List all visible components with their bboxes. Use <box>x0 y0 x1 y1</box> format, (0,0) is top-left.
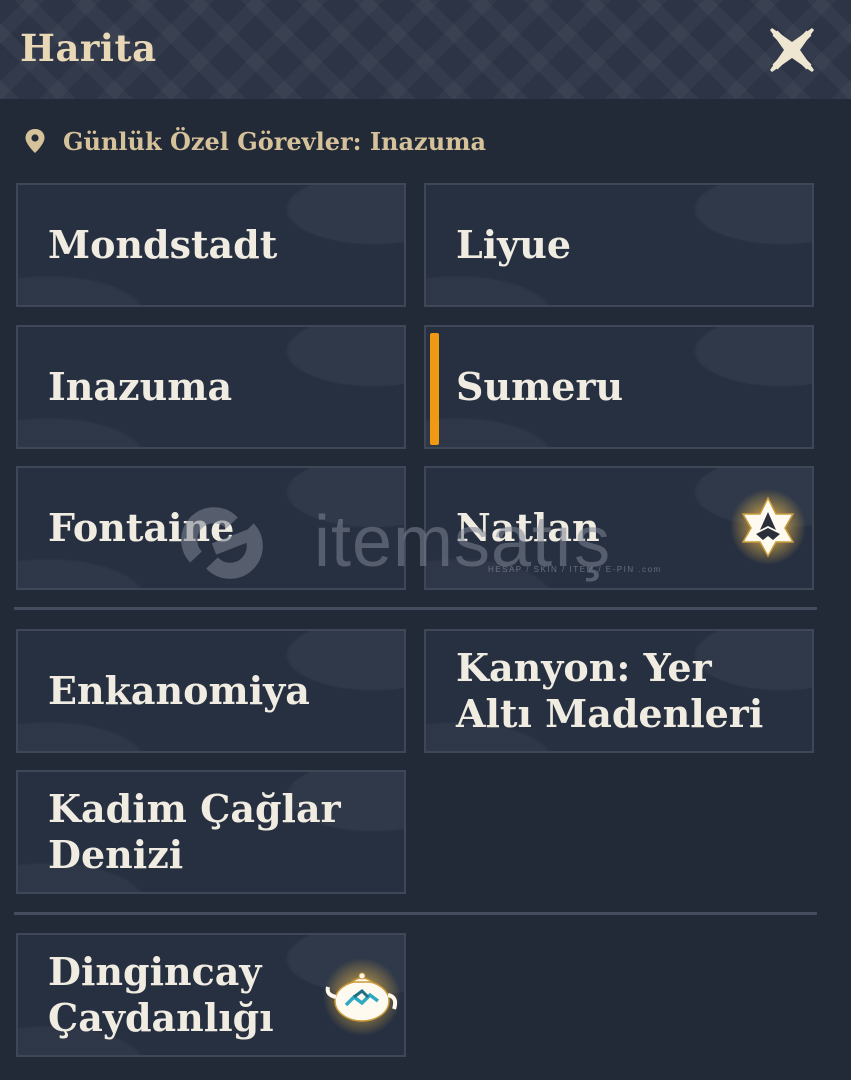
region-label: Natlan <box>456 505 600 550</box>
region-label: Fontaine <box>48 505 235 550</box>
selected-indicator <box>430 333 439 445</box>
region-tile-inazuma[interactable]: Inazuma <box>16 325 406 449</box>
region-label: Mondstadt <box>48 222 278 267</box>
region-tile-chasm-underground[interactable]: Kanyon: Yer Altı Madenleri <box>424 629 814 753</box>
region-label: Enkanomiya <box>48 668 310 713</box>
region-label: Liyue <box>456 222 572 267</box>
daily-commissions-label: Günlük Özel Görevler: Inazuma <box>63 126 487 156</box>
region-tile-serenitea-pot[interactable]: Dingincay Çaydanlığı <box>16 933 406 1057</box>
region-label: Inazuma <box>48 364 233 409</box>
page-title: Harita <box>20 26 157 70</box>
region-tile-mondstadt[interactable]: Mondstadt <box>16 183 406 307</box>
region-tile-ancient-sea[interactable]: Kadim Çağlar Denizi <box>16 770 406 894</box>
map-panel: Harita Günlük Özel Görevler: Inazuma Mon… <box>0 0 851 1080</box>
daily-commissions-row: Günlük Özel Görevler: Inazuma <box>24 124 486 158</box>
close-icon[interactable] <box>766 24 818 76</box>
teapot-icon <box>323 958 401 1036</box>
section-divider <box>14 912 817 915</box>
region-label: Sumeru <box>456 364 624 409</box>
region-tile-fontaine[interactable]: Fontaine <box>16 466 406 590</box>
region-tile-liyue[interactable]: Liyue <box>424 183 814 307</box>
region-tile-enkanomiya[interactable]: Enkanomiya <box>16 629 406 753</box>
location-pin-icon <box>25 129 45 153</box>
region-tile-sumeru[interactable]: Sumeru <box>424 325 814 449</box>
region-label: Kadim Çağlar Denizi <box>48 786 341 877</box>
section-divider <box>14 607 817 610</box>
region-label: Kanyon: Yer Altı Madenleri <box>456 645 764 736</box>
header-bar: Harita <box>0 0 851 99</box>
natlan-emblem-icon <box>730 489 806 565</box>
region-tile-natlan[interactable]: Natlan <box>424 466 814 590</box>
